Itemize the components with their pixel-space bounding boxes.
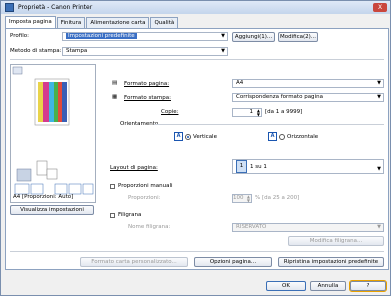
scaling-range: % [da 25 a 200]: [255, 195, 300, 201]
layout-icon: 1: [236, 160, 247, 173]
copies-value: 1: [249, 109, 254, 115]
watermark-checkbox[interactable]: [110, 213, 115, 218]
page-size-select[interactable]: A4 ▼: [232, 79, 384, 88]
spin-arrows-icon[interactable]: ▲ ▼: [247, 195, 250, 203]
copies-range: [da 1 a 9999]: [265, 109, 303, 115]
tab-quality[interactable]: Qualità: [150, 17, 179, 28]
landscape-option[interactable]: A Orizzontale: [268, 132, 318, 141]
landscape-icon: A: [268, 132, 277, 141]
output-method-select[interactable]: Stampa ▼: [62, 47, 228, 56]
divider: [10, 251, 384, 252]
portrait-radio[interactable]: [185, 133, 191, 140]
help-button[interactable]: ?: [349, 280, 387, 292]
add-profile-button[interactable]: Aggiungi(1)...: [232, 32, 275, 42]
profile-select[interactable]: Impostazioni predefinite ▼: [62, 32, 228, 41]
tab-finishing[interactable]: Finitura: [56, 17, 86, 28]
page-layout-select[interactable]: 11 su 1 ▼: [232, 159, 384, 174]
portrait-option[interactable]: A Verticale: [174, 132, 217, 141]
chevron-down-icon: ▼: [377, 224, 381, 230]
output-method-label: Metodo di stampa:: [10, 48, 62, 54]
manual-scaling-checkbox[interactable]: [110, 184, 115, 189]
printer-icon: [5, 3, 14, 12]
tab-paper-source[interactable]: Alimentazione carta: [86, 17, 150, 28]
output-size-label: Formato stampa:: [124, 95, 171, 101]
restore-defaults-button[interactable]: Ripristina impostazioni predefinite: [278, 257, 384, 267]
custom-paper-size-button[interactable]: Formato carta personalizzato...: [80, 257, 188, 267]
portrait-label: Verticale: [193, 134, 217, 140]
preview-area: A4 [Proporzioni: Auto]: [10, 64, 96, 203]
chevron-down-icon: ▼: [221, 48, 225, 54]
page-size-label: Formato pagina:: [124, 81, 170, 87]
page-options-button[interactable]: Opzioni pagina...: [194, 257, 272, 267]
window-title: Proprietà - Canon Printer: [18, 4, 93, 11]
output-size-value: Corrispondenza formato pagina: [236, 94, 323, 100]
tab-strip: Imposta pagina Finitura Alimentazione ca…: [5, 16, 179, 28]
page-size-value: A4: [236, 80, 244, 86]
tab-page-setup[interactable]: Imposta pagina: [5, 16, 56, 28]
page-preview-image: [12, 66, 94, 195]
orientation-label: Orientamento: [120, 121, 159, 127]
copies-stepper[interactable]: 1 ▲ ▼: [232, 108, 262, 117]
page-layout-label: Layout di pagina:: [110, 165, 158, 171]
scaling-stepper[interactable]: 100 ▲ ▼: [232, 194, 252, 203]
chevron-down-icon: ▼: [377, 166, 381, 172]
watermark-value: RISERVATO: [236, 224, 267, 230]
preview-caption: A4 [Proporzioni: Auto]: [13, 194, 74, 200]
output-size-icon: ▦: [112, 94, 118, 100]
profile-value: Impostazioni predefinite: [66, 33, 137, 39]
edit-watermark-button[interactable]: Modifica filigrana...: [288, 236, 384, 246]
spin-arrows-icon[interactable]: ▲ ▼: [257, 109, 260, 117]
edit-profile-button[interactable]: Modifica(2)...: [278, 32, 318, 42]
landscape-radio[interactable]: [279, 133, 285, 140]
chevron-down-icon: ▼: [377, 80, 381, 86]
landscape-label: Orizzontale: [287, 134, 319, 140]
ok-button[interactable]: OK: [266, 281, 306, 291]
watermark-select[interactable]: RISERVATO ▼: [232, 223, 384, 232]
chevron-down-icon: ▼: [221, 33, 225, 39]
profile-label: Profilo:: [10, 33, 29, 39]
manual-scaling-label: Proporzioni manuali: [118, 183, 173, 189]
portrait-icon: A: [174, 132, 183, 141]
cancel-button[interactable]: Annulla: [310, 281, 346, 291]
output-method-value: Stampa: [66, 48, 88, 54]
title-bar: Proprietà - Canon Printer X: [1, 1, 390, 14]
view-settings-button[interactable]: Visualizza impostazioni: [10, 205, 94, 215]
scaling-sub-label: Proporzioni:: [128, 195, 161, 201]
orientation-divider: [154, 124, 384, 125]
tab-panel: Profilo: Impostazioni predefinite ▼ Aggi…: [5, 28, 389, 270]
watermark-name-label: Nome filigrana:: [128, 224, 171, 230]
close-button[interactable]: X: [373, 3, 387, 12]
watermark-label: Filigrana: [118, 212, 142, 218]
scaling-value: 100: [233, 195, 244, 201]
properties-dialog: Proprietà - Canon Printer X Imposta pagi…: [0, 0, 391, 296]
page-layout-value: 1 su 1: [250, 164, 267, 170]
output-size-select[interactable]: Corrispondenza formato pagina ▼: [232, 93, 384, 102]
copies-label: Copie:: [161, 109, 179, 115]
chevron-down-icon: ▼: [377, 94, 381, 100]
page-size-icon: ▤: [112, 80, 118, 86]
divider: [10, 59, 384, 60]
